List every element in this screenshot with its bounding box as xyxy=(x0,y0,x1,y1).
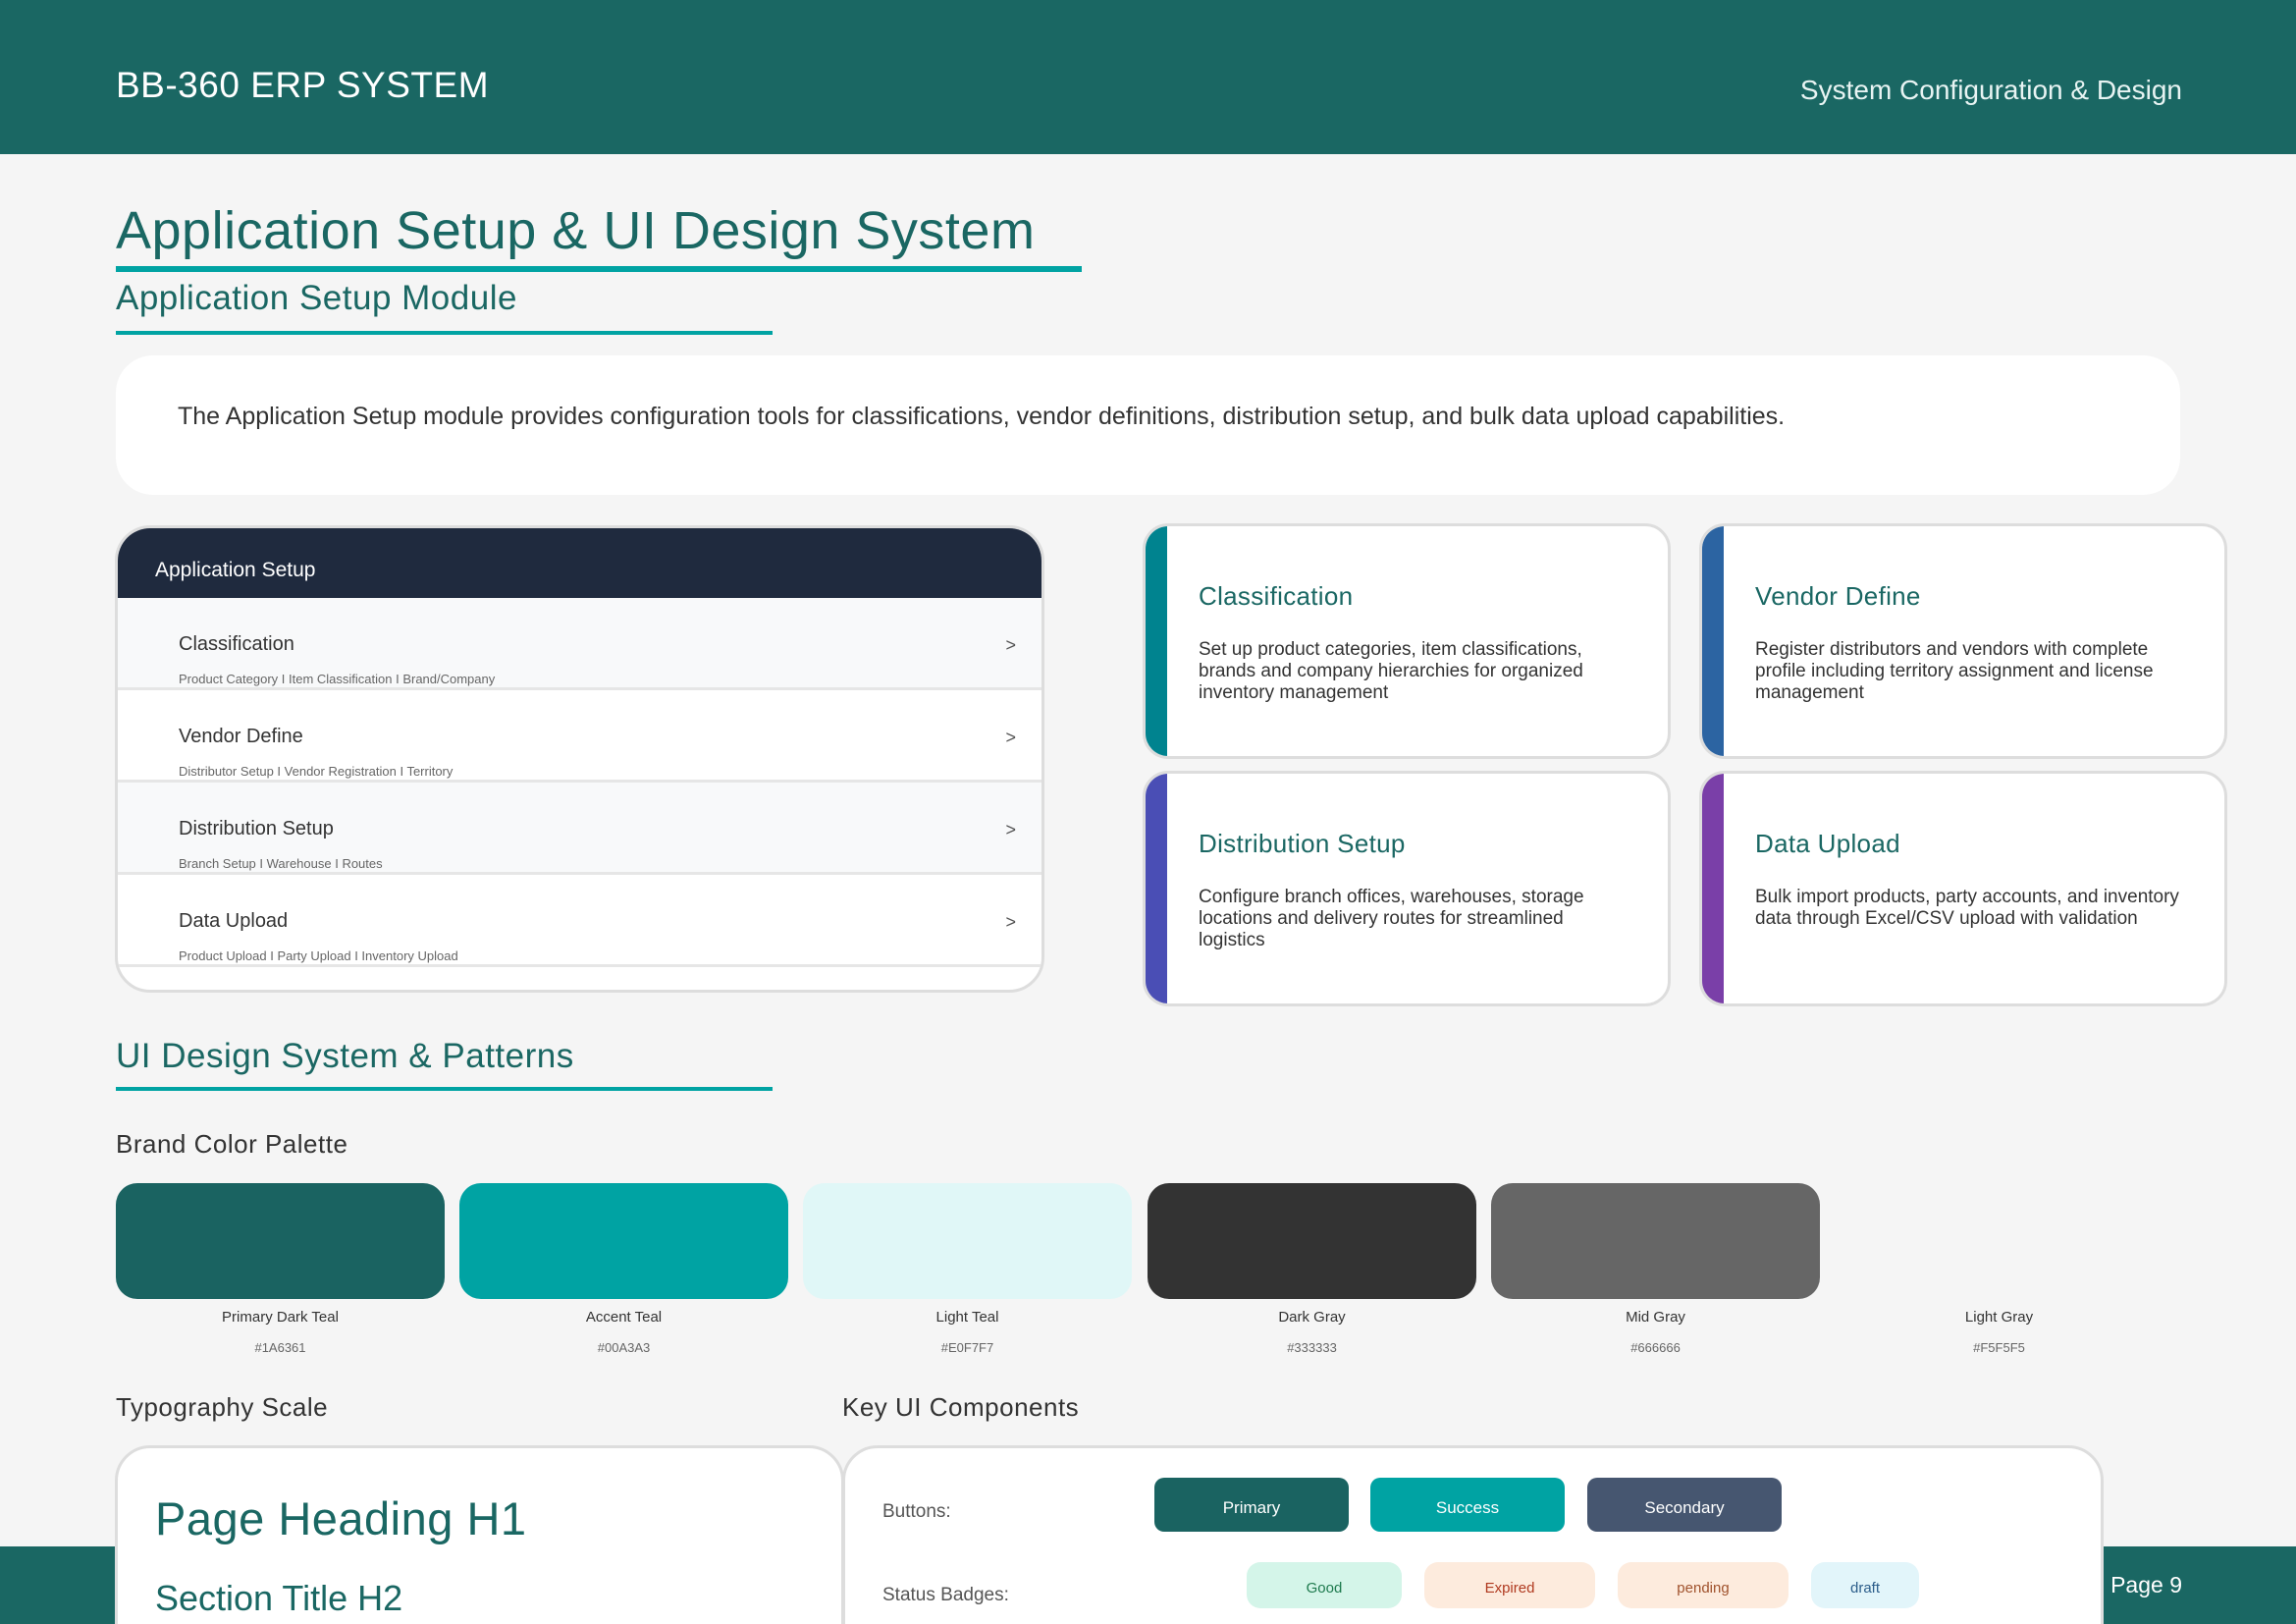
swatch-hex: #666666 xyxy=(1630,1340,1681,1355)
card-accent-bar xyxy=(1702,526,1724,756)
intro-panel: The Application Setup module provides co… xyxy=(116,355,2180,495)
typography-panel: Page Heading H1 Section Title H2 xyxy=(115,1445,844,1624)
feature-card-distribution-setup: Distribution Setup Configure branch offi… xyxy=(1143,771,1671,1006)
page-header: BB-360 ERP SYSTEM System Configuration &… xyxy=(0,0,2296,154)
palette-heading: Brand Color Palette xyxy=(116,1129,348,1159)
menu-header-label: Application Setup xyxy=(155,559,316,581)
chevron-right-icon: > xyxy=(1005,912,1016,932)
typography-sample-h2: Section Title H2 xyxy=(155,1578,403,1618)
menu-header: Application Setup xyxy=(118,528,1041,598)
chevron-right-icon: > xyxy=(1005,820,1016,839)
secondary-button[interactable]: Secondary xyxy=(1587,1478,1782,1532)
card-accent-bar xyxy=(1146,526,1167,756)
swatch-hex: #E0F7F7 xyxy=(940,1340,994,1355)
menu-item-title: Data Upload xyxy=(179,910,289,932)
chevron-right-icon: > xyxy=(1005,728,1016,747)
status-badge-expired: Expired xyxy=(1424,1562,1595,1608)
color-swatch xyxy=(1491,1183,1820,1299)
menu-item-title: Vendor Define xyxy=(179,726,303,747)
menu-item-title: Classification xyxy=(179,633,294,655)
swatch-name: Primary Dark Teal xyxy=(222,1309,339,1326)
feature-card-vendor-define: Vendor Define Register distributors and … xyxy=(1699,523,2227,759)
swatch-hex: #1A6361 xyxy=(254,1340,306,1355)
card-title: Classification xyxy=(1199,581,1354,611)
app-brand: BB-360 ERP SYSTEM xyxy=(116,65,490,105)
swatch-name: Accent Teal xyxy=(585,1309,663,1326)
menu-item-subtitle: Distributor Setup I Vendor Registration … xyxy=(179,764,454,779)
swatch-name: Light Teal xyxy=(935,1309,999,1326)
section-underline xyxy=(116,331,773,335)
header-subtitle: System Configuration & Design xyxy=(1799,75,2182,105)
color-swatch xyxy=(803,1183,1132,1299)
menu-item-distribution-setup[interactable]: Distribution Setup Branch Setup I Wareho… xyxy=(118,783,1041,875)
menu-item-data-upload[interactable]: Data Upload Product Upload I Party Uploa… xyxy=(118,875,1041,967)
page-number: Page 9 xyxy=(2110,1572,2182,1597)
card-description: Register distributors and vendors with c… xyxy=(1755,639,2154,703)
section-underline xyxy=(116,1087,773,1091)
card-description: Configure branch offices, warehouses, st… xyxy=(1199,887,1584,950)
badges-label: Status Badges: xyxy=(882,1585,1009,1605)
card-title: Data Upload xyxy=(1755,829,1900,858)
card-description: Bulk import products, party accounts, an… xyxy=(1755,887,2179,929)
components-panel: Buttons: Primary Success Secondary Statu… xyxy=(842,1445,2104,1624)
success-button[interactable]: Success xyxy=(1370,1478,1565,1532)
feature-card-classification: Classification Set up product categories… xyxy=(1143,523,1671,759)
typography-heading: Typography Scale xyxy=(116,1392,329,1422)
menu-item-subtitle: Branch Setup I Warehouse I Routes xyxy=(179,856,383,871)
swatch-hex: #333333 xyxy=(1287,1340,1337,1355)
swatch-name: Dark Gray xyxy=(1278,1309,1346,1326)
menu-item-subtitle: Product Upload I Party Upload I Inventor… xyxy=(179,948,458,963)
menu-item-vendor-define[interactable]: Vendor Define Distributor Setup I Vendor… xyxy=(118,690,1041,783)
setup-menu: Application Setup Classification Product… xyxy=(115,525,1044,993)
status-badge-good: Good xyxy=(1247,1562,1402,1608)
components-heading: Key UI Components xyxy=(842,1392,1080,1422)
color-swatch xyxy=(1148,1183,1476,1299)
swatch-hex: #00A3A3 xyxy=(597,1340,651,1355)
feature-card-data-upload: Data Upload Bulk import products, party … xyxy=(1699,771,2227,1006)
swatch-name: Light Gray xyxy=(1964,1309,2034,1326)
color-swatch xyxy=(116,1183,445,1299)
section-title-setup: Application Setup Module xyxy=(116,279,517,317)
primary-button[interactable]: Primary xyxy=(1154,1478,1349,1532)
menu-item-subtitle: Product Category I Item Classification I… xyxy=(179,672,496,686)
title-underline xyxy=(116,266,1082,272)
typography-sample-h1: Page Heading H1 xyxy=(155,1492,527,1544)
page-title: Application Setup & UI Design System xyxy=(116,201,1036,260)
card-title: Distribution Setup xyxy=(1199,829,1406,858)
color-swatch xyxy=(459,1183,788,1299)
menu-item-classification[interactable]: Classification Product Category I Item C… xyxy=(118,598,1041,690)
section-title-ui-design: UI Design System & Patterns xyxy=(116,1037,574,1075)
card-title: Vendor Define xyxy=(1755,581,1921,611)
status-badge-draft: draft xyxy=(1811,1562,1919,1608)
status-badge-pending: pending xyxy=(1618,1562,1789,1608)
intro-text: The Application Setup module provides co… xyxy=(178,403,1786,430)
chevron-right-icon: > xyxy=(1005,635,1016,655)
swatch-name: Mid Gray xyxy=(1626,1309,1685,1326)
buttons-label: Buttons: xyxy=(882,1501,951,1522)
menu-item-title: Distribution Setup xyxy=(179,818,334,839)
card-accent-bar xyxy=(1146,774,1167,1003)
color-swatch xyxy=(1835,1183,2163,1299)
card-description: Set up product categories, item classifi… xyxy=(1199,639,1583,703)
card-accent-bar xyxy=(1702,774,1724,1003)
swatch-hex: #F5F5F5 xyxy=(1973,1340,2025,1355)
